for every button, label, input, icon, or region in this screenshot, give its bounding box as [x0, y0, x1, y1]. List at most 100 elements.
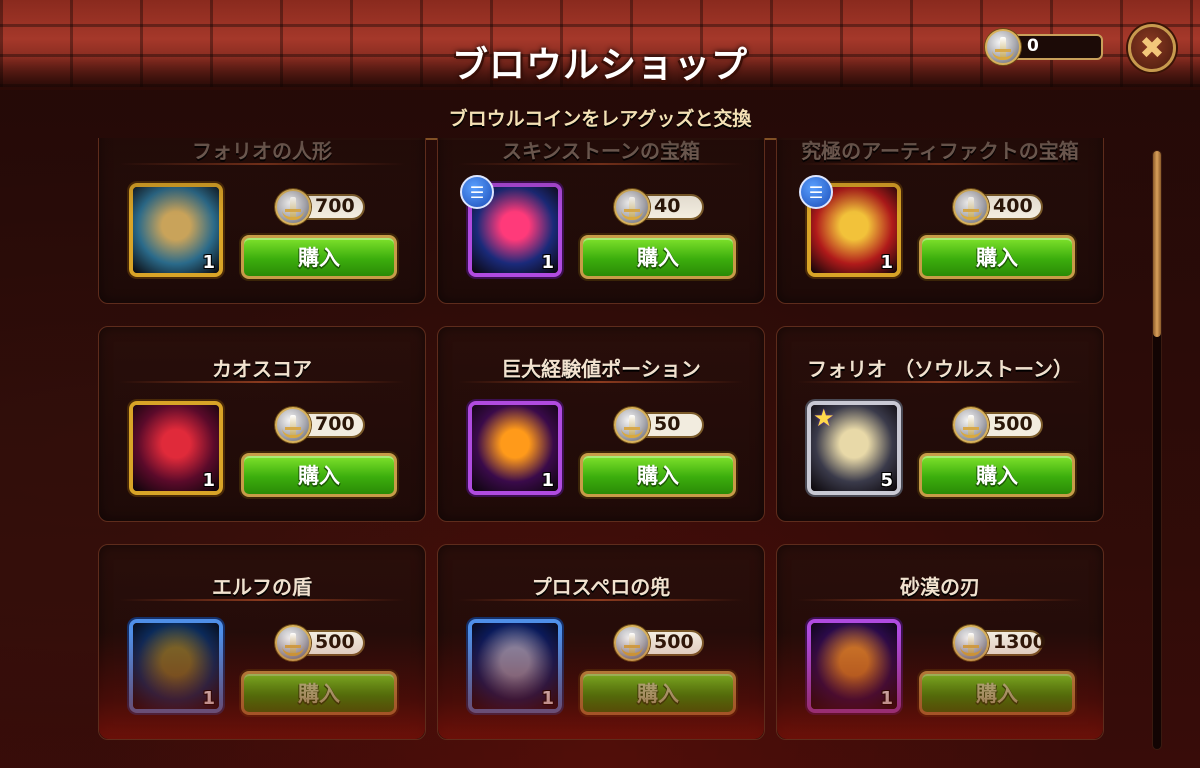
item-price: 50 — [614, 407, 706, 443]
shop-item-card: 巨大経験値ポーション 1 50 購入 — [437, 326, 765, 522]
price-value: 700 — [315, 413, 355, 435]
coin-laurel — [282, 646, 304, 656]
item-price: 40 — [614, 189, 706, 225]
price-value: 500 — [315, 631, 355, 653]
coin-laurel — [960, 646, 982, 656]
info-icon[interactable]: ☰ — [799, 175, 833, 209]
item-price: 500 — [614, 625, 706, 661]
coin-laurel — [282, 210, 304, 220]
shop-item-card: プロスペロの兜 1 500 購入 — [437, 544, 765, 740]
coin-balance-value: 0 — [1027, 36, 1039, 56]
scrollbar-thumb[interactable] — [1153, 151, 1161, 337]
coin-laurel — [621, 646, 643, 656]
brawl-coin-icon — [953, 625, 989, 661]
item-name-divider — [797, 381, 1083, 383]
shop-item-card: 砂漠の刃 1 1300 購入 — [776, 544, 1104, 740]
item-quantity: 1 — [202, 688, 215, 709]
item-name-divider — [458, 599, 744, 601]
brawl-coin-icon — [614, 625, 650, 661]
info-icon[interactable]: ☰ — [460, 175, 494, 209]
item-name-divider — [119, 599, 405, 601]
star-icon: ★ — [813, 404, 835, 432]
item-icon[interactable]: 1 — [468, 401, 562, 495]
item-quantity: 1 — [541, 252, 554, 273]
item-icon[interactable]: ★ 5 — [807, 401, 901, 495]
scrollbar[interactable] — [1152, 150, 1162, 750]
coin-laurel — [960, 210, 982, 220]
shop-item-card: フォリオ （ソウルストーン） ★ 5 500 購入 — [776, 326, 1104, 522]
shop-item-card: スキンストーンの宝箱 1 ☰ 40 購入 — [437, 138, 765, 304]
shop-subtitle: ブロウルコインをレアグッズと交換 — [448, 108, 752, 130]
price-value: 500 — [993, 413, 1033, 435]
brawl-coin-icon — [985, 29, 1021, 65]
item-icon[interactable]: 1 — [129, 619, 223, 713]
item-quantity: 1 — [880, 252, 893, 273]
shop-item-card: フォリオの人形 1 700 購入 — [98, 138, 426, 304]
brawl-coin-icon — [953, 407, 989, 443]
item-quantity: 1 — [202, 470, 215, 491]
item-quantity: 5 — [880, 470, 893, 491]
buy-button[interactable]: 購入 — [241, 671, 397, 715]
buy-button[interactable]: 購入 — [919, 671, 1075, 715]
item-quantity: 1 — [880, 688, 893, 709]
buy-button[interactable]: 購入 — [241, 235, 397, 279]
item-name: スキンストーンの宝箱 — [502, 139, 700, 163]
item-name: エルフの盾 — [212, 575, 312, 599]
item-name: プロスペロの兜 — [531, 575, 671, 599]
buy-button[interactable]: 購入 — [919, 235, 1075, 279]
shop-grid: フォリオの人形 1 700 購入 スキンストーンの宝箱 1 ☰ 40 購入 究極のアーティファクト… — [98, 138, 1104, 768]
coin-laurel — [621, 428, 643, 438]
item-price: 500 — [953, 407, 1045, 443]
price-value: 500 — [654, 631, 694, 653]
price-value: 40 — [654, 195, 681, 217]
item-name: 砂漠の刃 — [900, 575, 980, 599]
item-name: 究極のアーティファクトの宝箱 — [801, 139, 1079, 163]
item-name: フォリオの人形 — [192, 139, 332, 163]
item-name-divider — [119, 381, 405, 383]
item-icon[interactable]: 1 — [129, 183, 223, 277]
brawl-coin-icon — [275, 189, 311, 225]
item-price: 700 — [275, 407, 367, 443]
buy-button[interactable]: 購入 — [580, 235, 736, 279]
item-icon[interactable]: 1 — [807, 619, 901, 713]
item-icon[interactable]: 1 — [468, 619, 562, 713]
price-value: 50 — [654, 413, 681, 435]
item-price: 1300 — [953, 625, 1046, 661]
item-name: フォリオ （ソウルストーン） — [807, 357, 1073, 381]
item-name-divider — [797, 599, 1083, 601]
coin-laurel — [621, 210, 643, 220]
coin-balance-bar — [1007, 34, 1103, 60]
price-value: 400 — [993, 195, 1033, 217]
item-name-divider — [458, 381, 744, 383]
coin-laurel — [960, 428, 982, 438]
item-name: 巨大経験値ポーション — [501, 357, 701, 381]
coin-balance: 0 — [985, 26, 1105, 68]
buy-button[interactable]: 購入 — [580, 453, 736, 497]
close-button[interactable]: ✖ — [1128, 24, 1176, 72]
item-name: カオスコア — [212, 357, 312, 381]
item-quantity: 1 — [541, 470, 554, 491]
item-icon[interactable]: 1 — [129, 401, 223, 495]
close-icon: ✖ — [1139, 30, 1165, 66]
shop-item-card: 究極のアーティファクトの宝箱 1 ☰ 400 購入 — [776, 138, 1104, 304]
item-quantity: 1 — [202, 252, 215, 273]
item-price: 500 — [275, 625, 367, 661]
item-quantity: 1 — [541, 688, 554, 709]
item-price: 400 — [953, 189, 1045, 225]
shop-item-card: カオスコア 1 700 購入 — [98, 326, 426, 522]
buy-button[interactable]: 購入 — [919, 453, 1075, 497]
buy-button[interactable]: 購入 — [580, 671, 736, 715]
shop-item-card: エルフの盾 1 500 購入 — [98, 544, 426, 740]
brawl-coin-icon — [275, 407, 311, 443]
brawl-coin-icon — [275, 625, 311, 661]
item-price: 700 — [275, 189, 367, 225]
brawl-coin-icon — [614, 407, 650, 443]
buy-button[interactable]: 購入 — [241, 453, 397, 497]
brawl-coin-icon — [953, 189, 989, 225]
item-name-divider — [797, 163, 1083, 165]
brawl-coin-icon — [614, 189, 650, 225]
item-name-divider — [119, 163, 405, 165]
price-value: 1300 — [993, 631, 1046, 653]
price-value: 700 — [315, 195, 355, 217]
coin-laurel — [282, 428, 304, 438]
